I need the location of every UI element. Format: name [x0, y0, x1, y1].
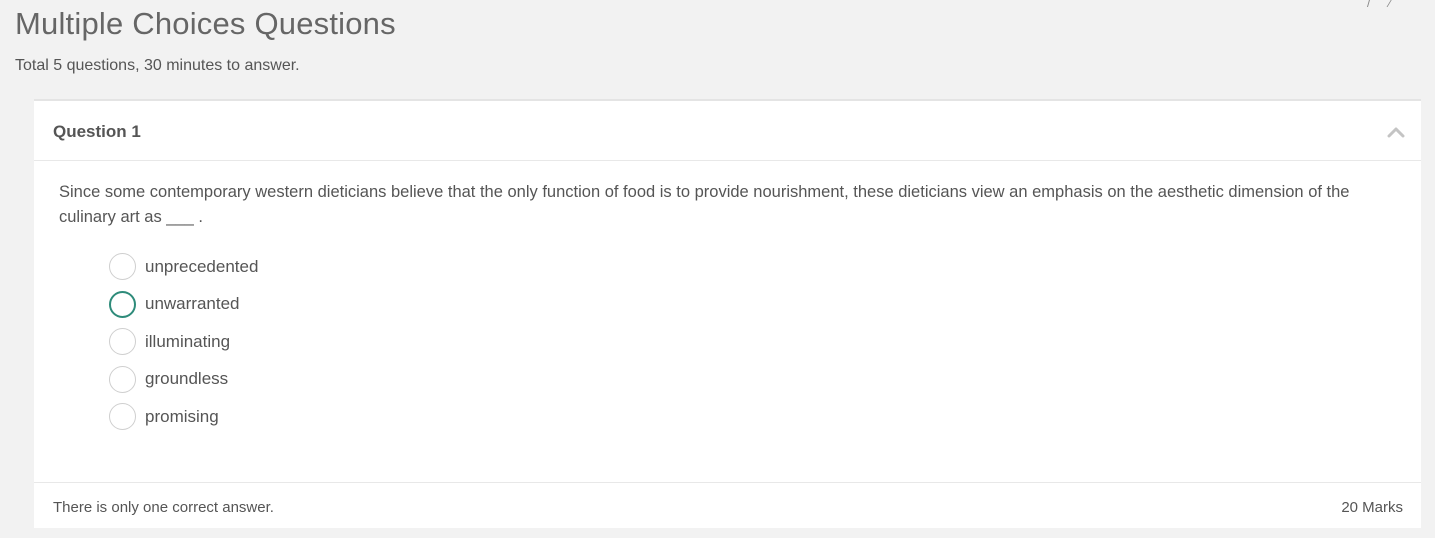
- question-marks: 20 Marks: [1341, 499, 1403, 516]
- radio-button[interactable]: [109, 253, 136, 281]
- chevron-up-icon: [1387, 127, 1405, 138]
- collapse-button[interactable]: [1385, 123, 1407, 141]
- radio-button[interactable]: [109, 403, 136, 431]
- page-title: Multiple Choices Questions: [15, 6, 396, 41]
- answer-option-unprecedented[interactable]: unprecedented: [109, 248, 258, 286]
- answer-option-unwarranted[interactable]: unwarranted: [109, 286, 258, 324]
- radio-button[interactable]: [109, 328, 136, 356]
- question-card-footer: There is only one correct answer. 20 Mar…: [34, 482, 1421, 530]
- option-label: unwarranted: [145, 294, 240, 314]
- answer-option-promising[interactable]: promising: [109, 398, 258, 436]
- radio-button[interactable]: [109, 290, 136, 318]
- option-label: groundless: [145, 369, 229, 389]
- answer-option-groundless[interactable]: groundless: [109, 361, 258, 399]
- answer-hint: There is only one correct answer.: [53, 499, 274, 516]
- question-card-header[interactable]: Question 1: [34, 101, 1421, 161]
- top-right-clipped-element: / ⌒ ⁄: [1366, 0, 1391, 10]
- page-subtitle: Total 5 questions, 30 minutes to answer.: [15, 57, 300, 74]
- answer-option-illuminating[interactable]: illuminating: [109, 323, 258, 361]
- question-text: Since some contemporary western dieticia…: [59, 183, 1350, 226]
- option-label: illuminating: [145, 331, 231, 351]
- option-label: promising: [145, 406, 219, 426]
- radio-button[interactable]: [109, 365, 136, 393]
- question-label: Question 1: [53, 122, 141, 141]
- quiz-page: / ⌒ ⁄ Multiple Choices Questions Total 5…: [0, 0, 1435, 538]
- question-card-body: Since some contemporary western dieticia…: [34, 162, 1421, 482]
- answer-options: unprecedented unwarranted illuminating g…: [109, 248, 258, 436]
- question-card: Question 1 Since some contemporary weste…: [34, 99, 1421, 528]
- option-label: unprecedented: [145, 256, 259, 276]
